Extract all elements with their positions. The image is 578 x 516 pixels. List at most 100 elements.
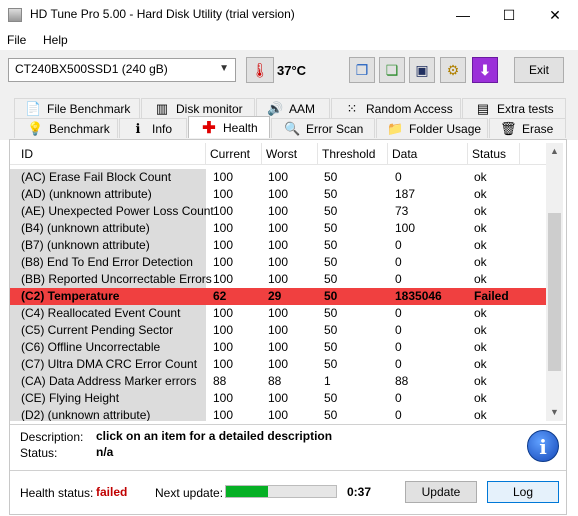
cell-worst: 100	[268, 306, 289, 320]
temperature-button[interactable]: 🌡	[246, 57, 274, 83]
table-row[interactable]: (AE) Unexpected Power Loss Count 100 100 50…	[10, 203, 546, 220]
scroll-down-icon[interactable]: ▼	[546, 404, 563, 421]
table-row[interactable]: (C4) Reallocated Event Count 100 100 50 0 ok	[10, 305, 546, 322]
tab-disk-monitor[interactable]: ▥ Disk monitor	[141, 98, 255, 118]
table-row[interactable]: (AC) Erase Fail Block Count 100 100 50 0 ok	[10, 169, 546, 186]
tab-aam[interactable]: 🔊 AAM	[256, 98, 330, 118]
window-title: HD Tune Pro 5.00 - Hard Disk Utility (tr…	[30, 7, 295, 21]
maximize-button[interactable]: ☐	[486, 0, 532, 30]
tab-random-access[interactable]: ⁙ Random Access	[331, 98, 461, 118]
cell-data: 73	[395, 204, 409, 218]
close-button[interactable]: ✕	[532, 0, 578, 30]
col-header-id[interactable]: ID	[10, 143, 206, 165]
cell-current: 100	[213, 391, 234, 405]
tab-folder-usage[interactable]: 📁 Folder Usage	[376, 118, 488, 138]
menu-bar: File Help	[0, 30, 578, 50]
cell-threshold: 1	[324, 374, 331, 388]
table-row[interactable]: (C6) Offline Uncorrectable 100 100 50 0 ok	[10, 339, 546, 356]
cell-worst: 100	[268, 357, 289, 371]
cell-threshold: 50	[324, 187, 338, 201]
cell-id: (CA) Data Address Marker errors	[10, 373, 206, 390]
tab-file-benchmark[interactable]: 📄 File Benchmark	[14, 98, 140, 118]
tab-error-scan[interactable]: 🔍 Error Scan	[271, 118, 375, 138]
tab-benchmark[interactable]: 💡 Benchmark	[14, 118, 118, 138]
cell-worst: 100	[268, 238, 289, 252]
save-screenshot-button[interactable]: ▣	[409, 57, 435, 83]
table-row[interactable]: (B8) End To End Error Detection 100 100 50 0…	[10, 254, 546, 271]
next-update-label: Next update:	[155, 486, 224, 500]
cell-current: 100	[213, 187, 234, 201]
cell-status: ok	[474, 374, 487, 388]
menu-help[interactable]: Help	[43, 33, 68, 47]
col-header-data[interactable]: Data	[388, 143, 468, 165]
cell-worst: 100	[268, 221, 289, 235]
table-row-failed[interactable]: (C2) Temperature 62 29 50 1835046 Failed	[10, 288, 546, 305]
table-row[interactable]: (C5) Current Pending Sector 100 100 50 0 ok	[10, 322, 546, 339]
title-bar: HD Tune Pro 5.00 - Hard Disk Utility (tr…	[0, 0, 578, 30]
tab-extra-tests[interactable]: ▤ Extra tests	[462, 98, 566, 118]
tab-label: Info	[152, 121, 173, 136]
copy-icon: ❐	[355, 61, 369, 78]
speaker-icon: 🔊	[267, 100, 284, 116]
table-row[interactable]: (B7) (unknown attribute) 100 100 50 0 ok	[10, 237, 546, 254]
table-row[interactable]: (CA) Data Address Marker errors 88 88 1 88 ok	[10, 373, 546, 390]
scroll-thumb[interactable]	[548, 213, 561, 371]
cell-status: ok	[474, 323, 487, 337]
tab-info[interactable]: ℹ Info	[119, 118, 187, 138]
cell-data: 0	[395, 340, 402, 354]
file-benchmark-icon: 📄	[25, 100, 42, 116]
cell-current: 62	[213, 289, 227, 303]
cell-worst: 100	[268, 323, 289, 337]
drive-select-value: CT240BX500SSD1 (240 gB)	[15, 62, 168, 76]
table-row[interactable]: (AD) (unknown attribute) 100 100 50 187 ok	[10, 186, 546, 203]
divider	[10, 424, 566, 425]
col-header-worst[interactable]: Worst	[262, 143, 318, 165]
copy-info-icon: ❏	[385, 61, 399, 78]
extra-tests-icon: ▤	[476, 100, 490, 116]
cell-threshold: 50	[324, 408, 338, 421]
cell-id: (AC) Erase Fail Block Count	[10, 169, 206, 186]
cell-status: ok	[474, 204, 487, 218]
status-value: n/a	[96, 445, 114, 459]
table-row[interactable]: (CE) Flying Height 100 100 50 0 ok	[10, 390, 546, 407]
table-row[interactable]: (D2) (unknown attribute) 100 100 50 0 ok	[10, 407, 546, 421]
col-header-threshold[interactable]: Threshold	[318, 143, 388, 165]
exit-button[interactable]: Exit	[514, 57, 564, 83]
vertical-scrollbar[interactable]: ▲ ▼	[546, 143, 563, 421]
cell-current: 100	[213, 238, 234, 252]
tab-health[interactable]: ✚ Health	[188, 116, 270, 138]
table-row[interactable]: (B4) (unknown attribute) 100 100 50 100 ok	[10, 220, 546, 237]
log-button[interactable]: Log	[487, 481, 559, 503]
cell-id: (AD) (unknown attribute)	[10, 186, 206, 203]
col-header-current[interactable]: Current	[206, 143, 262, 165]
col-header-status[interactable]: Status	[468, 143, 520, 165]
cell-current: 88	[213, 374, 227, 388]
minimize-button[interactable]: —	[440, 0, 486, 30]
folder-icon: 📁	[387, 120, 404, 136]
cell-threshold: 50	[324, 221, 338, 235]
cell-worst: 29	[268, 289, 282, 303]
drive-select[interactable]: CT240BX500SSD1 (240 gB) ▼	[8, 58, 236, 82]
update-button[interactable]: Update	[405, 481, 477, 503]
options-button[interactable]: ⚙	[440, 57, 466, 83]
menu-file[interactable]: File	[7, 33, 26, 47]
download-button[interactable]: ⬇	[472, 57, 498, 83]
copy-text-button[interactable]: ❐	[349, 57, 375, 83]
app-icon	[8, 8, 22, 22]
cell-data: 0	[395, 357, 402, 371]
table-row[interactable]: (BB) Reported Uncorrectable Errors 100 100…	[10, 271, 546, 288]
status-label: Status:	[20, 446, 58, 460]
table-row[interactable]: (C7) Ultra DMA CRC Error Count 100 100 50 0 o…	[10, 356, 546, 373]
cell-threshold: 50	[324, 323, 338, 337]
download-icon: ⬇	[479, 61, 491, 78]
copy-info-button[interactable]: ❏	[379, 57, 405, 83]
cell-threshold: 50	[324, 340, 338, 354]
description-label: Description:	[20, 430, 84, 444]
scroll-up-icon[interactable]: ▲	[546, 143, 563, 160]
cell-id: (C2) Temperature	[10, 288, 206, 305]
tab-erase[interactable]: 🗑 Erase	[489, 118, 566, 138]
tab-label: Erase	[522, 121, 554, 136]
chevron-down-icon: ▼	[219, 63, 229, 74]
smart-attributes-table[interactable]: ID Current Worst Threshold Data Status (…	[10, 143, 546, 421]
options-icon: ⚙	[446, 61, 460, 78]
